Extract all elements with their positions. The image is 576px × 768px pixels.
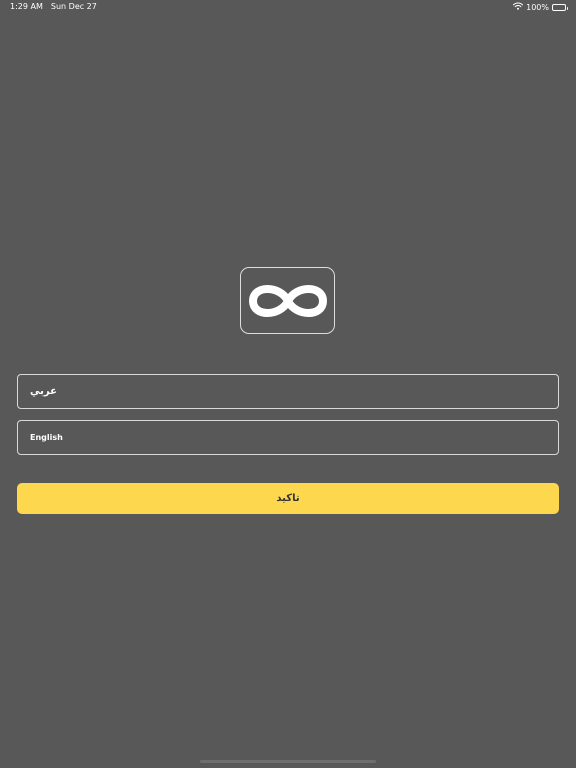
status-bar-left: 1:29 AM Sun Dec 27 bbox=[10, 2, 97, 11]
battery-percent: 100% bbox=[526, 2, 549, 12]
language-option-english[interactable]: English bbox=[17, 420, 559, 455]
status-bar: 1:29 AM Sun Dec 27 100% bbox=[0, 0, 576, 14]
infinity-icon bbox=[248, 284, 327, 317]
language-option-english-label: English bbox=[30, 433, 63, 442]
status-bar-right: 100% bbox=[513, 2, 568, 12]
confirm-button[interactable]: تاكيد bbox=[17, 483, 559, 514]
status-time: 1:29 AM bbox=[10, 2, 43, 11]
home-indicator[interactable] bbox=[200, 760, 376, 763]
language-option-arabic[interactable]: عربي bbox=[17, 374, 559, 409]
language-option-arabic-label: عربي bbox=[30, 386, 57, 397]
status-date: Sun Dec 27 bbox=[50, 2, 97, 11]
wifi-icon bbox=[513, 2, 524, 12]
confirm-button-label: تاكيد bbox=[276, 493, 300, 504]
app-logo bbox=[240, 267, 335, 334]
battery-icon bbox=[552, 3, 568, 11]
